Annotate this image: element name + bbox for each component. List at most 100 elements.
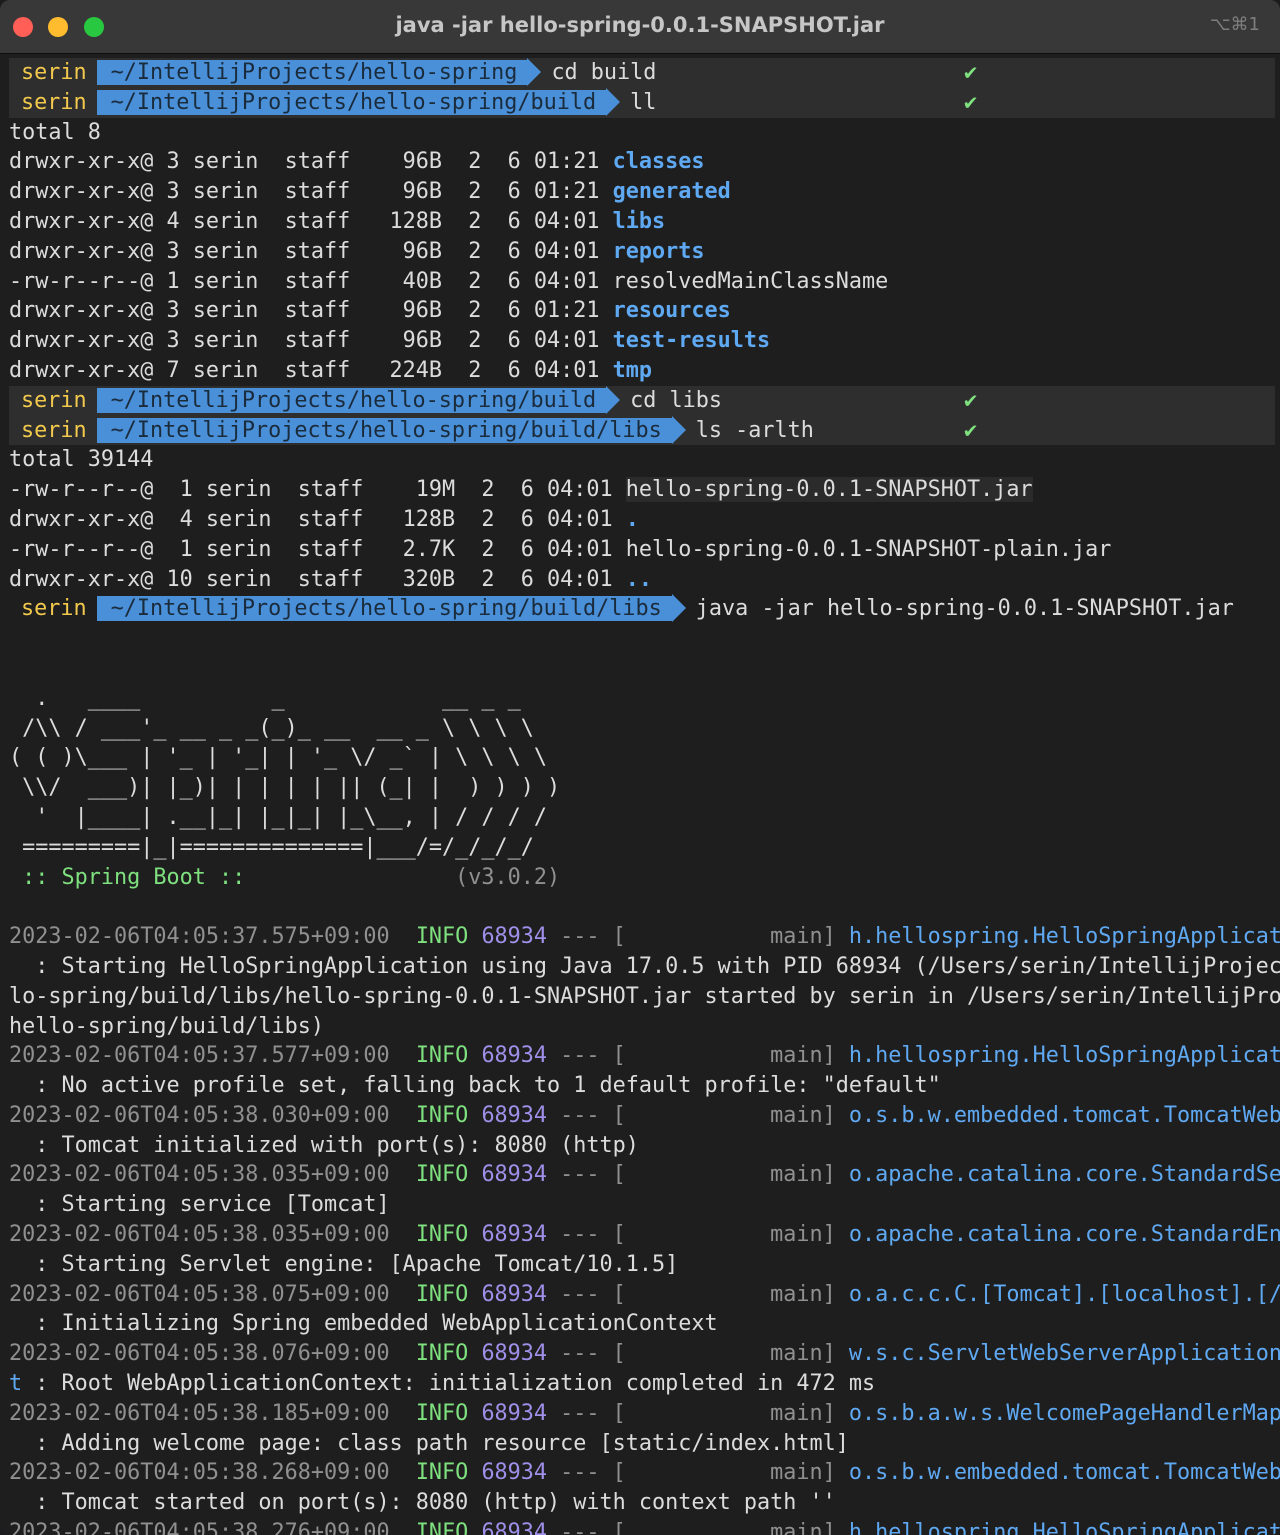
powerline-arrow-icon (606, 385, 621, 414)
prompt-user: serin (21, 596, 87, 622)
log-message: lo-spring/build/libs/hello-spring-0.0.1-… (9, 983, 1280, 1009)
log-line: 2023-02-06T04:05:38.035+09:00 INFO 68934… (9, 1220, 1280, 1250)
log-message: : Initializing Spring embedded WebApplic… (9, 1311, 718, 1337)
terminal-output[interactable]: serin ~/IntellijProjects/hello-spring cd b… (9, 58, 1280, 1535)
banner-art: =========|_|==============|___/=/_/_/_/ (9, 834, 534, 860)
window-title: java -jar hello-spring-0.0.1-SNAPSHOT.ja… (395, 13, 885, 37)
log-message: : Starting service [Tomcat] (9, 1192, 390, 1218)
listing-row: drwxr-xr-x@ 4 serin staff 128B 2 6 04:01… (9, 505, 1275, 535)
prompt-line: serin ~/IntellijProjects/hello-spring/bui… (9, 415, 1275, 446)
directory-name[interactable]: test-results (613, 328, 770, 353)
log-message-line: : Starting service [Tomcat] (9, 1190, 1275, 1220)
file-name[interactable]: hello-spring-0.0.1-SNAPSHOT.jar (625, 477, 1033, 503)
prompt-command: ll (630, 89, 657, 115)
log-pid: 68934 (481, 1043, 548, 1069)
log-pid: 68934 (481, 1460, 548, 1486)
log-level: INFO (415, 1162, 469, 1188)
log-message-line: t : Root WebApplicationContext: initiali… (9, 1369, 1275, 1399)
log-thread: --- [ main] (547, 1400, 849, 1426)
prompt-line: serin ~/IntellijProjects/hello-spring cd b… (9, 58, 1275, 88)
log-timestamp: 2023-02-06T04:05:37.577+09:00 (9, 1043, 390, 1069)
log-timestamp: 2023-02-06T04:05:38.185+09:00 (9, 1400, 390, 1426)
banner-art-line: ' |____| .__|_| |_|_| |_\__, | / / / / (9, 803, 1275, 833)
banner-art-line: ( ( )\___ | '_ | '_| | '_ \/ _` | \ \ \ … (9, 743, 1275, 773)
log-level: INFO (415, 1460, 469, 1486)
log-logger: h.hellospring.HelloSpringApplication (848, 1043, 1280, 1069)
log-level: INFO (415, 1102, 469, 1128)
log-line: 2023-02-06T04:05:38.185+09:00 INFO 68934… (9, 1399, 1280, 1429)
listing-row: drwxr-xr-x@ 3 serin staff 96B 2 6 01:21 … (9, 177, 1275, 207)
prompt-line: serin ~/IntellijProjects/hello-spring/bui… (9, 385, 1275, 416)
banner-art-line: /\\ / ___'_ __ _ _(_)_ __ __ _ \ \ \ \ (9, 714, 1275, 744)
log-logger-cont: t (9, 1371, 23, 1397)
directory-name[interactable]: resources (613, 298, 731, 323)
prompt-path: ~/IntellijProjects/hello-spring/build/li… (96, 596, 672, 622)
log-timestamp: 2023-02-06T04:05:38.276+09:00 (9, 1520, 390, 1535)
file-meta: drwxr-xr-x@ 10 serin staff 320B 2 6 04:0… (9, 566, 626, 592)
log-line: 2023-02-06T04:05:38.075+09:00 INFO 68934… (9, 1280, 1280, 1310)
file-name[interactable]: resolvedMainClassName (613, 269, 889, 294)
banner-art: \\/ ___)| |_)| | | | | || (_| | ) ) ) ) (9, 775, 561, 801)
directory-name[interactable]: tmp (613, 358, 652, 383)
log-level: INFO (415, 1400, 469, 1426)
log-level: INFO (415, 1043, 469, 1069)
directory-name[interactable]: .. (626, 567, 652, 592)
log-pid: 68934 (481, 924, 548, 950)
directory-name[interactable]: . (626, 507, 639, 532)
log-level: INFO (415, 1281, 469, 1307)
listing-total-text: total 39144 (9, 447, 154, 473)
file-meta: drwxr-xr-x@ 7 serin staff 224B 2 6 04:01 (9, 357, 613, 383)
directory-name[interactable]: reports (613, 239, 705, 264)
listing-row: drwxr-xr-x@ 7 serin staff 224B 2 6 04:01… (9, 356, 1275, 386)
log-level: INFO (415, 1341, 469, 1367)
log-line: 2023-02-06T04:05:38.076+09:00 INFO 68934… (9, 1339, 1280, 1369)
banner-art-line: =========|_|==============|___/=/_/_/_/ (9, 833, 1275, 863)
spring-boot-version-line: :: Spring Boot :: (v3.0.2) (9, 863, 1275, 893)
log-timestamp: 2023-02-06T04:05:37.575+09:00 (9, 924, 390, 950)
prompt-command: ls -arlth (695, 417, 814, 443)
log-thread: --- [ main] (547, 1162, 849, 1188)
file-meta: -rw-r--r--@ 1 serin staff 40B 2 6 04:01 (9, 268, 613, 294)
log-pid: 68934 (481, 1400, 548, 1426)
log-message-line: : Initializing Spring embedded WebApplic… (9, 1309, 1275, 1339)
prompt-line: serin ~/IntellijProjects/hello-spring/bui… (9, 87, 1275, 118)
log-logger: h.hellospring.HelloSpringApplication (848, 1520, 1280, 1535)
log-pid: 68934 (481, 1520, 548, 1535)
listing-row: drwxr-xr-x@ 10 serin staff 320B 2 6 04:0… (9, 565, 1275, 595)
listing-row: -rw-r--r--@ 1 serin staff 2.7K 2 6 04:01… (9, 535, 1275, 565)
file-name[interactable]: hello-spring-0.0.1-SNAPSHOT-plain.jar (626, 537, 1112, 562)
listing-row: drwxr-xr-x@ 4 serin staff 128B 2 6 04:01… (9, 207, 1275, 237)
log-logger: o.s.b.w.embedded.tomcat.TomcatWebServer (848, 1102, 1280, 1128)
listing-row: -rw-r--r--@ 1 serin staff 40B 2 6 04:01 … (9, 267, 1275, 297)
file-meta: -rw-r--r--@ 1 serin staff 19M 2 6 04:01 (9, 477, 626, 503)
log-line: 2023-02-06T04:05:38.035+09:00 INFO 68934… (9, 1160, 1280, 1190)
banner-art-line: \\/ ___)| |_)| | | | | || (_| | ) ) ) ) (9, 773, 1275, 803)
log-message-line: : Starting Servlet engine: [Apache Tomca… (9, 1250, 1275, 1280)
banner-art-line: . ____ _ __ _ _ (9, 684, 1275, 714)
terminal-window: java -jar hello-spring-0.0.1-SNAPSHOT.ja… (0, 0, 1280, 1535)
powerline-arrow-icon (671, 415, 686, 444)
log-thread: --- [ main] (547, 1281, 849, 1307)
log-logger: h.hellospring.HelloSpringApplication (848, 924, 1280, 950)
check-icon: ✔ (964, 417, 978, 443)
log-logger: o.a.c.c.C.[Tomcat].[localhost].[/] (848, 1281, 1280, 1307)
log-message-line: : Starting HelloSpringApplication using … (9, 952, 1280, 982)
log-logger: o.apache.catalina.core.StandardEngine (848, 1222, 1280, 1248)
file-meta: drwxr-xr-x@ 3 serin staff 96B 2 6 04:01 (9, 328, 613, 354)
directory-name[interactable]: generated (613, 179, 731, 204)
banner-art: ' |____| .__|_| |_|_| |_\__, | / / / / (9, 804, 548, 830)
directory-name[interactable]: classes (613, 149, 705, 174)
prompt-user: serin (21, 60, 87, 85)
powerline-arrow-icon (606, 87, 621, 116)
file-meta: drwxr-xr-x@ 3 serin staff 96B 2 6 04:01 (9, 238, 613, 264)
directory-name[interactable]: libs (613, 209, 666, 234)
log-thread: --- [ main] (547, 924, 849, 950)
prompt-command: cd libs (630, 387, 723, 413)
log-thread: --- [ main] (547, 1460, 849, 1486)
log-message-line: : Tomcat started on port(s): 8080 (http)… (9, 1488, 1275, 1518)
file-meta: drwxr-xr-x@ 3 serin staff 96B 2 6 01:21 (9, 179, 613, 205)
listing-total: total 39144 (9, 445, 1275, 475)
log-message: : Tomcat initialized with port(s): 8080 … (9, 1132, 639, 1158)
prompt-user: serin (21, 417, 87, 443)
